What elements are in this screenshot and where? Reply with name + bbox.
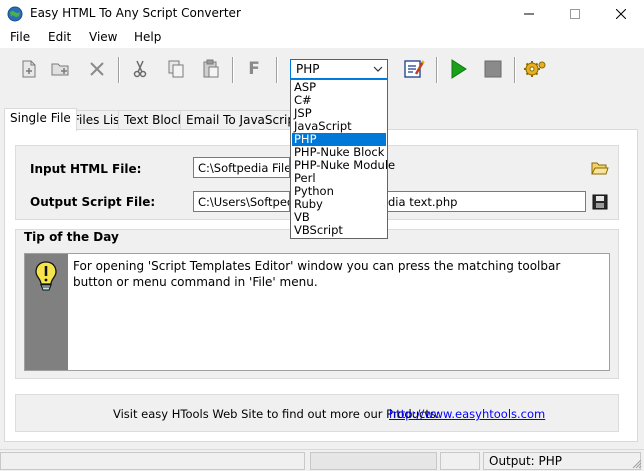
browse-input-button[interactable] xyxy=(590,158,610,178)
website-link[interactable]: http://www.easyhtools.com xyxy=(389,407,545,421)
cut-button[interactable] xyxy=(127,56,153,82)
app-globe-icon xyxy=(7,6,23,22)
status-cell-blank xyxy=(440,452,480,470)
tip-box: For opening 'Script Templates Editor' wi… xyxy=(24,253,610,371)
add-files-button[interactable] xyxy=(48,56,74,82)
tip-text: For opening 'Script Templates Editor' wi… xyxy=(73,259,561,289)
lightbulb-icon xyxy=(35,261,57,291)
toolbar-separator xyxy=(232,57,234,83)
paste-icon xyxy=(203,59,219,78)
title-bar: Easy HTML To Any Script Converter xyxy=(0,0,644,28)
input-file-label: Input HTML File: xyxy=(30,162,142,176)
window-title: Easy HTML To Any Script Converter xyxy=(30,6,241,20)
resize-grip-icon[interactable] xyxy=(632,459,642,469)
delete-x-icon xyxy=(90,62,104,76)
save-disk-icon xyxy=(592,194,608,210)
close-button[interactable] xyxy=(598,0,644,28)
toolbar-separator xyxy=(436,57,438,83)
copy-button[interactable] xyxy=(163,56,189,82)
tip-title: Tip of the Day xyxy=(24,230,119,244)
format-button[interactable]: F xyxy=(241,56,267,82)
close-icon xyxy=(616,9,626,19)
menu-help[interactable]: Help xyxy=(134,30,161,44)
language-select[interactable]: PHP xyxy=(290,59,388,79)
chevron-down-icon xyxy=(373,66,383,72)
tab-single-file[interactable]: Single File xyxy=(4,108,77,131)
menu-bar: File Edit View Help xyxy=(0,28,644,48)
menu-edit[interactable]: Edit xyxy=(48,30,71,44)
menu-file[interactable]: File xyxy=(10,30,30,44)
script-templates-editor-button[interactable] xyxy=(401,56,427,82)
language-option-vbscript[interactable]: VBScript xyxy=(292,224,386,237)
remove-button[interactable] xyxy=(84,56,110,82)
template-editor-icon xyxy=(404,60,425,78)
paste-button[interactable] xyxy=(198,56,224,82)
format-label: F xyxy=(248,59,260,79)
open-folder-icon xyxy=(591,162,609,175)
add-folder-icon xyxy=(51,63,69,76)
language-dropdown-list: ASP C# JSP JavaScript PHP PHP-Nuke Block… xyxy=(290,79,395,239)
copy-icon xyxy=(168,60,184,78)
output-file-label: Output Script File: xyxy=(30,195,156,209)
gears-icon xyxy=(524,61,546,77)
status-cell-main xyxy=(0,452,305,470)
status-output: Output: PHP xyxy=(489,454,563,468)
output-file-field[interactable]: C:\Users\Softpedia xyxy=(193,191,290,212)
new-document-icon xyxy=(22,60,36,78)
new-file-button[interactable] xyxy=(16,56,42,82)
toolbar-separator xyxy=(514,57,516,83)
tab-email-to-javascript[interactable]: Email To JavaScript xyxy=(180,110,306,130)
menu-view[interactable]: View xyxy=(89,30,117,44)
input-file-field[interactable]: C:\Softpedia Files\S xyxy=(193,157,290,178)
play-icon xyxy=(451,59,467,79)
language-selected-value: PHP xyxy=(296,62,320,76)
maximize-button[interactable] xyxy=(552,0,598,28)
settings-button[interactable] xyxy=(522,56,548,82)
toolbar-separator xyxy=(276,57,278,83)
stop-button[interactable] xyxy=(480,56,506,82)
toolbar-separator xyxy=(118,57,120,83)
tip-sidebar xyxy=(25,254,68,370)
maximize-icon xyxy=(570,9,580,19)
browse-output-button[interactable] xyxy=(590,192,610,212)
progress-bar xyxy=(310,452,437,470)
minimize-icon xyxy=(524,13,534,15)
run-button[interactable] xyxy=(445,56,471,82)
scissors-icon xyxy=(133,60,147,78)
stop-icon xyxy=(484,60,502,78)
minimize-button[interactable] xyxy=(506,0,552,28)
output-file-field-tail[interactable]: dia text.php xyxy=(388,191,586,212)
